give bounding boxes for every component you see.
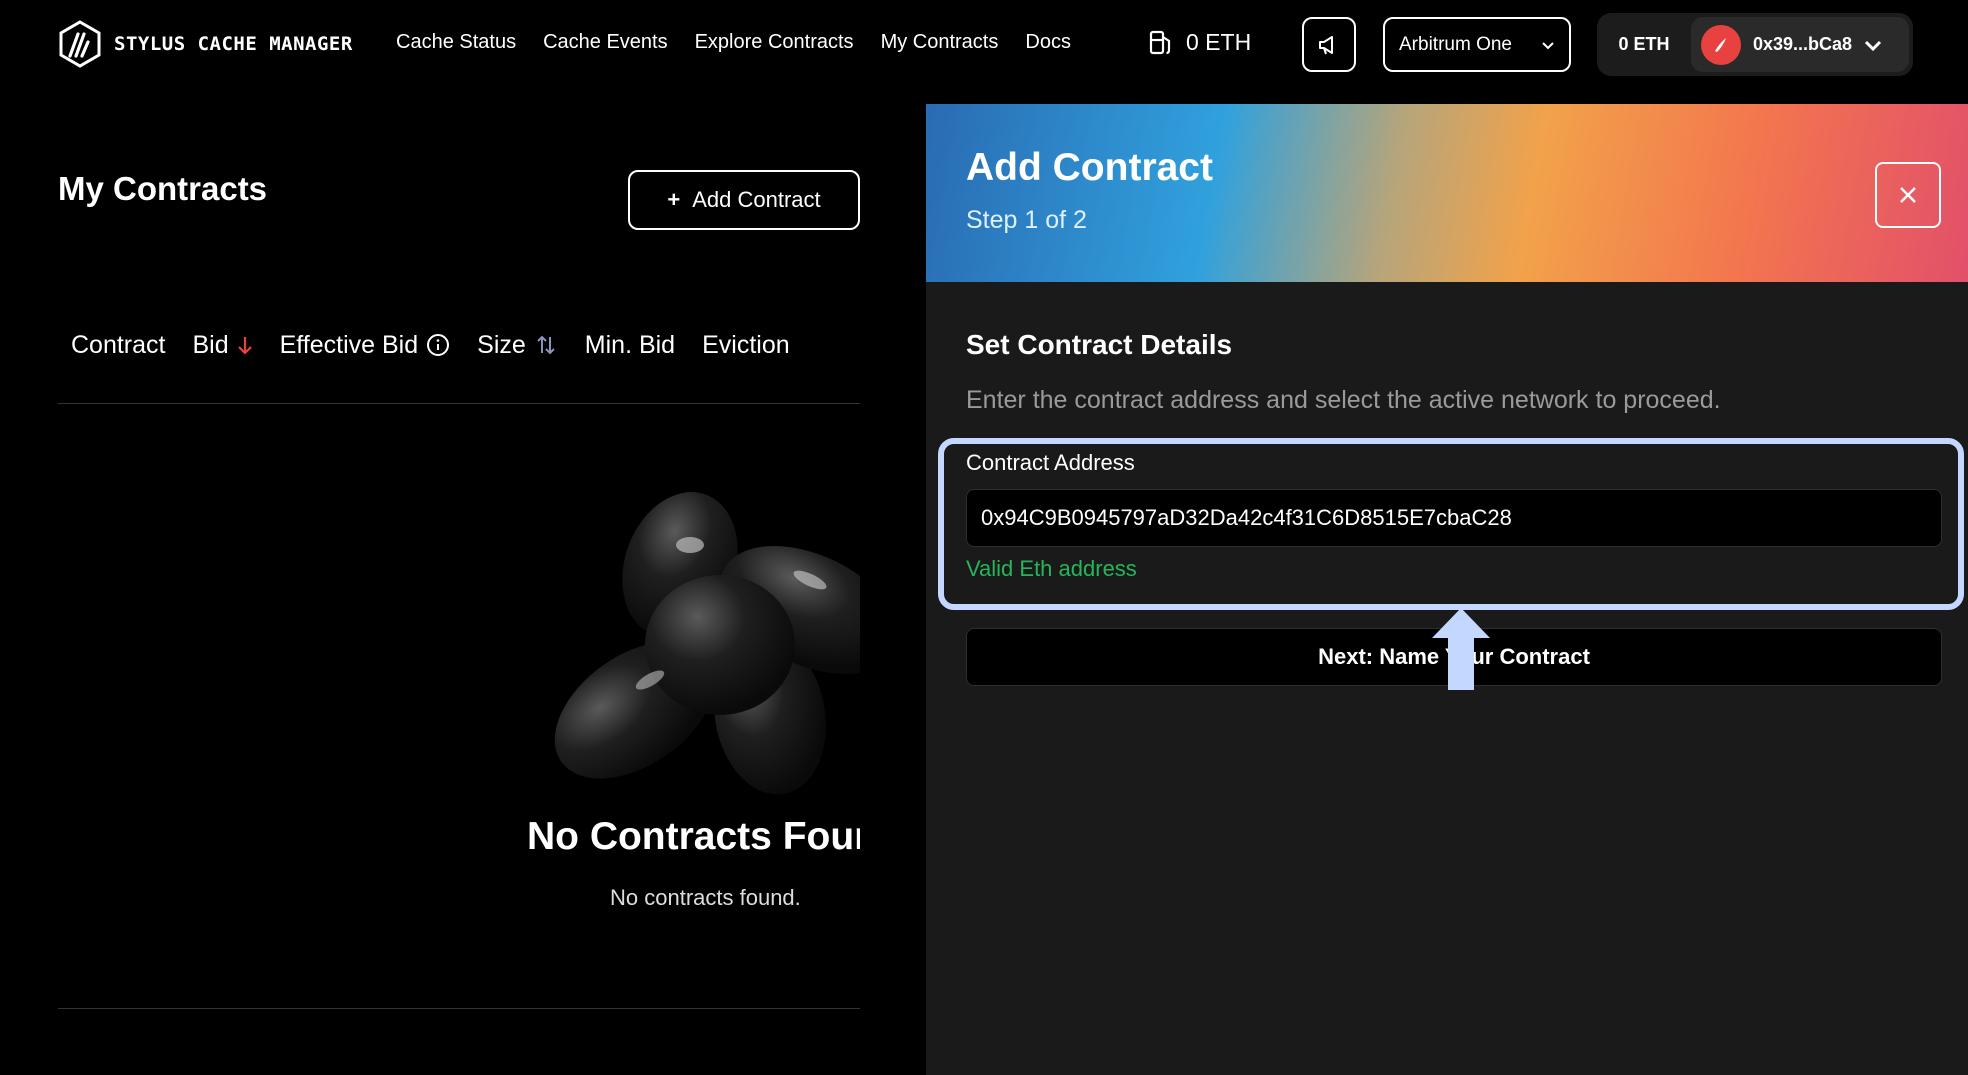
- gas-value: 0 ETH: [1186, 28, 1252, 55]
- main-nav: Cache Status Cache Events Explore Contra…: [396, 31, 1071, 54]
- validation-message: Valid Eth address: [966, 556, 1137, 581]
- network-name: Arbitrum One: [1399, 33, 1512, 55]
- column-bid[interactable]: Bid: [192, 331, 252, 360]
- chevron-down-icon: [1542, 41, 1554, 49]
- column-label: Eviction: [702, 330, 790, 359]
- empty-state-subtitle: No contracts found.: [610, 885, 801, 910]
- app-name: STYLUS CACHE MANAGER: [114, 33, 353, 55]
- section-title: Set Contract Details: [966, 329, 1233, 360]
- table-footer-divider: [58, 1008, 860, 1009]
- announcements-button[interactable]: [1302, 17, 1356, 72]
- column-effective-bid[interactable]: Effective Bid: [280, 331, 451, 360]
- add-contract-drawer: Add Contract Step 1 of 2 Set Contract De…: [926, 104, 1968, 1075]
- table-divider: [58, 403, 860, 404]
- column-label: Size: [477, 330, 526, 359]
- page-title: My Contracts: [58, 170, 268, 207]
- chevron-down-icon: [1865, 40, 1882, 51]
- close-button[interactable]: [1875, 162, 1941, 228]
- wallet-balance: 0 ETH: [1618, 34, 1670, 54]
- account-button[interactable]: 0x39...bCa8: [1691, 17, 1909, 72]
- drawer-title: Add Contract: [966, 146, 1213, 189]
- nav-docs[interactable]: Docs: [1025, 31, 1071, 54]
- info-icon[interactable]: [426, 333, 450, 357]
- section-description: Enter the contract address and select th…: [966, 386, 1721, 414]
- nav-explore-contracts[interactable]: Explore Contracts: [695, 31, 854, 54]
- logo-icon: [59, 20, 101, 68]
- nav-cache-status[interactable]: Cache Status: [396, 31, 516, 54]
- plus-icon: +: [667, 187, 681, 212]
- column-contract[interactable]: Contract: [71, 331, 165, 360]
- contract-address-input[interactable]: [966, 489, 1942, 547]
- empty-state-illustration: [540, 485, 860, 800]
- table-header: Contract Bid Effective Bid Size Min. Bid…: [58, 320, 860, 370]
- wallet-address: 0x39...bCa8: [1753, 34, 1853, 54]
- column-label: Min. Bid: [584, 330, 676, 359]
- column-eviction[interactable]: Eviction: [702, 331, 790, 360]
- app-logo[interactable]: STYLUS CACHE MANAGER: [58, 20, 353, 68]
- drawer-header: Add Contract Step 1 of 2: [926, 104, 1968, 282]
- column-label: Effective Bid: [279, 330, 419, 359]
- nav-my-contracts[interactable]: My Contracts: [881, 31, 999, 54]
- top-nav-bar: STYLUS CACHE MANAGER Cache Status Cache …: [0, 0, 1968, 88]
- column-min-bid[interactable]: Min. Bid: [585, 331, 675, 360]
- drawer-step: Step 1 of 2: [966, 206, 1087, 234]
- network-selector[interactable]: Arbitrum One: [1383, 17, 1571, 72]
- gas-pump-icon: [1149, 30, 1171, 55]
- add-contract-label: Add Contract: [692, 187, 821, 212]
- column-label: Bid: [192, 330, 229, 359]
- gas-price: 0 ETH: [1148, 28, 1251, 56]
- column-size[interactable]: Size: [477, 331, 558, 360]
- column-label: Contract: [71, 330, 166, 359]
- add-contract-button[interactable]: + Add Contract: [628, 170, 860, 230]
- wallet-widget: 0 ETH 0x39...bCa8: [1597, 13, 1913, 76]
- megaphone-icon: [1319, 35, 1333, 54]
- contract-address-label: Contract Address: [966, 450, 1135, 475]
- sort-icon: [537, 335, 555, 355]
- avatar-icon: [1701, 24, 1741, 65]
- nav-cache-events[interactable]: Cache Events: [543, 31, 668, 54]
- arrow-down-icon: [237, 337, 252, 355]
- arrow-up-annotation: [1432, 608, 1490, 690]
- close-icon: [1900, 187, 1916, 203]
- empty-state-title: No Contracts Found: [527, 815, 860, 858]
